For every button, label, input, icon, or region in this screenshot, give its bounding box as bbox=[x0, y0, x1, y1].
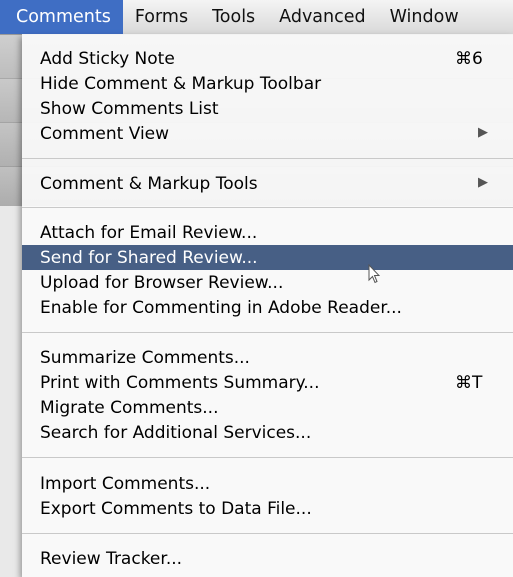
menu-tools[interactable]: Tools bbox=[200, 0, 267, 34]
menu-item-comment-markup-tools[interactable]: Comment & Markup Tools ▶ bbox=[22, 171, 513, 196]
menu-comments[interactable]: Comments bbox=[0, 0, 123, 34]
menu-item-import-comments[interactable]: Import Comments... bbox=[22, 471, 513, 496]
menu-item-label: Search for Additional Services... bbox=[40, 423, 312, 443]
menu-item-label: Add Sticky Note bbox=[40, 49, 175, 69]
menu-window[interactable]: Window bbox=[378, 0, 471, 34]
menu-item-export-comments-to-data-file[interactable]: Export Comments to Data File... bbox=[22, 496, 513, 521]
menu-item-label: Show Comments List bbox=[40, 99, 219, 119]
menu-item-label: Summarize Comments... bbox=[40, 348, 250, 368]
submenu-arrow-icon: ▶ bbox=[478, 125, 488, 140]
menu-item-upload-for-browser-review[interactable]: Upload for Browser Review... bbox=[22, 270, 513, 295]
menu-item-label: Attach for Email Review... bbox=[40, 223, 258, 243]
menu-item-label: Comment & Markup Tools bbox=[40, 174, 258, 194]
shortcut-label: ⌘6 bbox=[455, 49, 483, 69]
menu-item-hide-comment-markup-toolbar[interactable]: Hide Comment & Markup Toolbar bbox=[22, 71, 513, 96]
menu-item-label: Hide Comment & Markup Toolbar bbox=[40, 74, 322, 94]
menu-item-print-with-comments-summary[interactable]: Print with Comments Summary... ⌘T bbox=[22, 370, 513, 395]
submenu-arrow-icon: ▶ bbox=[478, 175, 488, 190]
menu-separator bbox=[22, 533, 513, 534]
menu-item-label: Enable for Commenting in Adobe Reader... bbox=[40, 298, 402, 318]
menu-item-send-for-shared-review[interactable]: Send for Shared Review... bbox=[22, 245, 513, 270]
menu-item-search-additional-services[interactable]: Search for Additional Services... bbox=[22, 420, 513, 445]
menu-item-label: Export Comments to Data File... bbox=[40, 499, 312, 519]
menu-separator bbox=[22, 457, 513, 458]
arrow-cursor-icon bbox=[368, 264, 380, 284]
menu-item-label: Print with Comments Summary... bbox=[40, 373, 320, 393]
menu-item-label: Import Comments... bbox=[40, 474, 211, 494]
menu-item-label: Send for Shared Review... bbox=[40, 248, 258, 268]
menu-item-label: Comment View bbox=[40, 124, 170, 144]
shortcut-label: ⌘T bbox=[455, 373, 483, 393]
comments-dropdown-menu: Add Sticky Note ⌘6 Hide Comment & Markup… bbox=[22, 34, 513, 577]
menu-bar: Comments Forms Tools Advanced Window bbox=[0, 0, 513, 35]
menu-item-show-comments-list[interactable]: Show Comments List bbox=[22, 96, 513, 121]
menu-item-label: Review Tracker... bbox=[40, 549, 183, 569]
menu-item-label: Migrate Comments... bbox=[40, 398, 219, 418]
menu-advanced[interactable]: Advanced bbox=[267, 0, 377, 34]
menu-separator bbox=[22, 332, 513, 333]
menu-item-label: Upload for Browser Review... bbox=[40, 273, 284, 293]
menu-item-review-tracker[interactable]: Review Tracker... bbox=[22, 546, 513, 571]
menu-item-migrate-comments[interactable]: Migrate Comments... bbox=[22, 395, 513, 420]
menu-item-add-sticky-note[interactable]: Add Sticky Note ⌘6 bbox=[22, 46, 513, 71]
menu-item-attach-for-email-review[interactable]: Attach for Email Review... bbox=[22, 220, 513, 245]
menu-item-enable-for-commenting[interactable]: Enable for Commenting in Adobe Reader... bbox=[22, 295, 513, 320]
menu-separator bbox=[22, 158, 513, 159]
menu-item-summarize-comments[interactable]: Summarize Comments... bbox=[22, 345, 513, 370]
menu-forms[interactable]: Forms bbox=[123, 0, 200, 34]
menu-item-comment-view[interactable]: Comment View ▶ bbox=[22, 121, 513, 146]
menu-separator bbox=[22, 207, 513, 208]
